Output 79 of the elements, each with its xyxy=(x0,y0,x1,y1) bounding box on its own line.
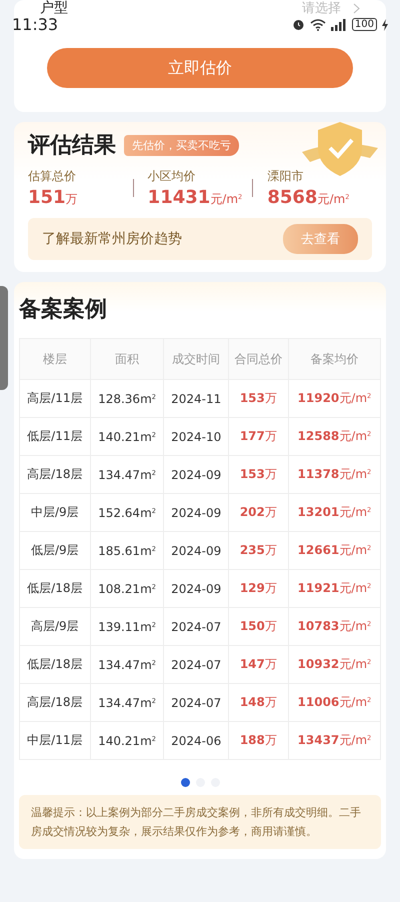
column-header: 合同总价 xyxy=(228,338,288,380)
stat-value: 151万 xyxy=(28,187,79,208)
table-cell: 13201元/m$^{2}$ xyxy=(288,494,380,532)
table-cell: 2024-09 xyxy=(164,532,228,570)
table-cell: 134.47m$^{2}$ xyxy=(90,456,164,494)
table-cell: 177万 xyxy=(228,418,288,456)
column-header: 楼层 xyxy=(20,338,90,380)
table-cell: 10932元/m$^{2}$ xyxy=(288,646,380,684)
status-time: 11:33 xyxy=(12,15,58,34)
table-cell: 11006元/m$^{2}$ xyxy=(288,684,380,722)
table-cell: 153万 xyxy=(228,456,288,494)
slogan-tag: 先估价，买卖不吃亏 xyxy=(124,134,239,156)
table-cell: 108.21m$^{2}$ xyxy=(90,570,164,608)
signal-icon xyxy=(330,18,347,30)
table-cell: 134.47m$^{2}$ xyxy=(90,684,164,722)
table-cell: 2024-09 xyxy=(164,494,228,532)
table-cell: 高层/18层 xyxy=(20,456,90,494)
table-cell: 2024-07 xyxy=(164,608,228,646)
table-cell: 12588元/m$^{2}$ xyxy=(288,418,380,456)
alarm-icon xyxy=(292,18,305,31)
estimate-button[interactable]: 立即估价 xyxy=(47,48,353,88)
table-cell: 高层/11层 xyxy=(20,380,90,418)
notice-text: 温馨提示：以上案例为部分二手房成交案例，非所有成交明细。二手房成交情况较为复杂，展示结果仅作为参考，商用请谨慎。 xyxy=(19,795,381,849)
column-header: 面积 xyxy=(90,338,164,380)
table-cell: 11920元/m$^{2}$ xyxy=(288,380,380,418)
table-cell: 2024-06 xyxy=(164,722,228,760)
table-cell: 中层/11层 xyxy=(20,722,90,760)
section-title: 备案案例 xyxy=(19,297,107,322)
table-cell: 150万 xyxy=(228,608,288,646)
table-cell: 11378元/m$^{2}$ xyxy=(288,456,380,494)
table-cell: 低层/18层 xyxy=(20,646,90,684)
view-button[interactable]: 去查看 xyxy=(283,224,358,254)
column-header: 备案均价 xyxy=(288,338,380,380)
table-cell: 147万 xyxy=(228,646,288,684)
table-cell: 12661元/m$^{2}$ xyxy=(288,532,380,570)
table-cell: 高层/18层 xyxy=(20,684,90,722)
stat-label: 估算总价 xyxy=(28,168,77,185)
select-placeholder[interactable]: 请选择 xyxy=(302,2,341,14)
table-cell: 128.36m$^{2}$ xyxy=(90,380,164,418)
charging-icon xyxy=(382,18,388,30)
table-cell: 高层/9层 xyxy=(20,608,90,646)
table-cell: 152.64m$^{2}$ xyxy=(90,494,164,532)
table-cell: 188万 xyxy=(228,722,288,760)
table-cell: 139.11m$^{2}$ xyxy=(90,608,164,646)
table-cell: 中层/9层 xyxy=(20,494,90,532)
stat-value: 8568元/m$^{2}$ xyxy=(267,187,350,208)
table-cell: 202万 xyxy=(228,494,288,532)
table-cell: 134.47m$^{2}$ xyxy=(90,646,164,684)
table-cell: 13437元/m$^{2}$ xyxy=(288,722,380,760)
stat-value: 11431元/m$^{2}$ xyxy=(148,187,244,208)
table-cell: 2024-11 xyxy=(164,380,228,418)
stat-label: 溧阳市 xyxy=(267,168,304,185)
banner-text: 了解最新常州房价趋势 xyxy=(42,230,182,248)
table-cell: 129万 xyxy=(228,570,288,608)
wifi-icon xyxy=(310,18,326,30)
table-cell: 148万 xyxy=(228,684,288,722)
side-handle[interactable] xyxy=(0,286,8,390)
battery-level: 100 xyxy=(352,18,377,31)
table-cell: 2024-09 xyxy=(164,456,228,494)
table-cell: 235万 xyxy=(228,532,288,570)
table-cell: 153万 xyxy=(228,380,288,418)
table-cell: 10783元/m$^{2}$ xyxy=(288,608,380,646)
page-dot[interactable] xyxy=(180,778,190,787)
table-cell: 185.61m$^{2}$ xyxy=(90,532,164,570)
table-cell: 140.21m$^{2}$ xyxy=(90,722,164,760)
table-cell: 140.21m$^{2}$ xyxy=(90,418,164,456)
table-cell: 2024-07 xyxy=(164,684,228,722)
stat-label: 小区均价 xyxy=(148,168,197,185)
table-cell: 低层/11层 xyxy=(20,418,90,456)
table-cell: 11921元/m$^{2}$ xyxy=(288,570,380,608)
chevron-right-icon xyxy=(353,2,360,14)
table-cell: 2024-07 xyxy=(164,646,228,684)
section-title: 评估结果 xyxy=(28,132,116,160)
table-cell: 低层/9层 xyxy=(20,532,90,570)
field-label: 户型 xyxy=(40,1,68,15)
table-cell: 2024-09 xyxy=(164,570,228,608)
column-header: 成交时间 xyxy=(164,338,228,380)
table-cell: 低层/18层 xyxy=(20,570,90,608)
table-cell: 2024-10 xyxy=(164,418,228,456)
